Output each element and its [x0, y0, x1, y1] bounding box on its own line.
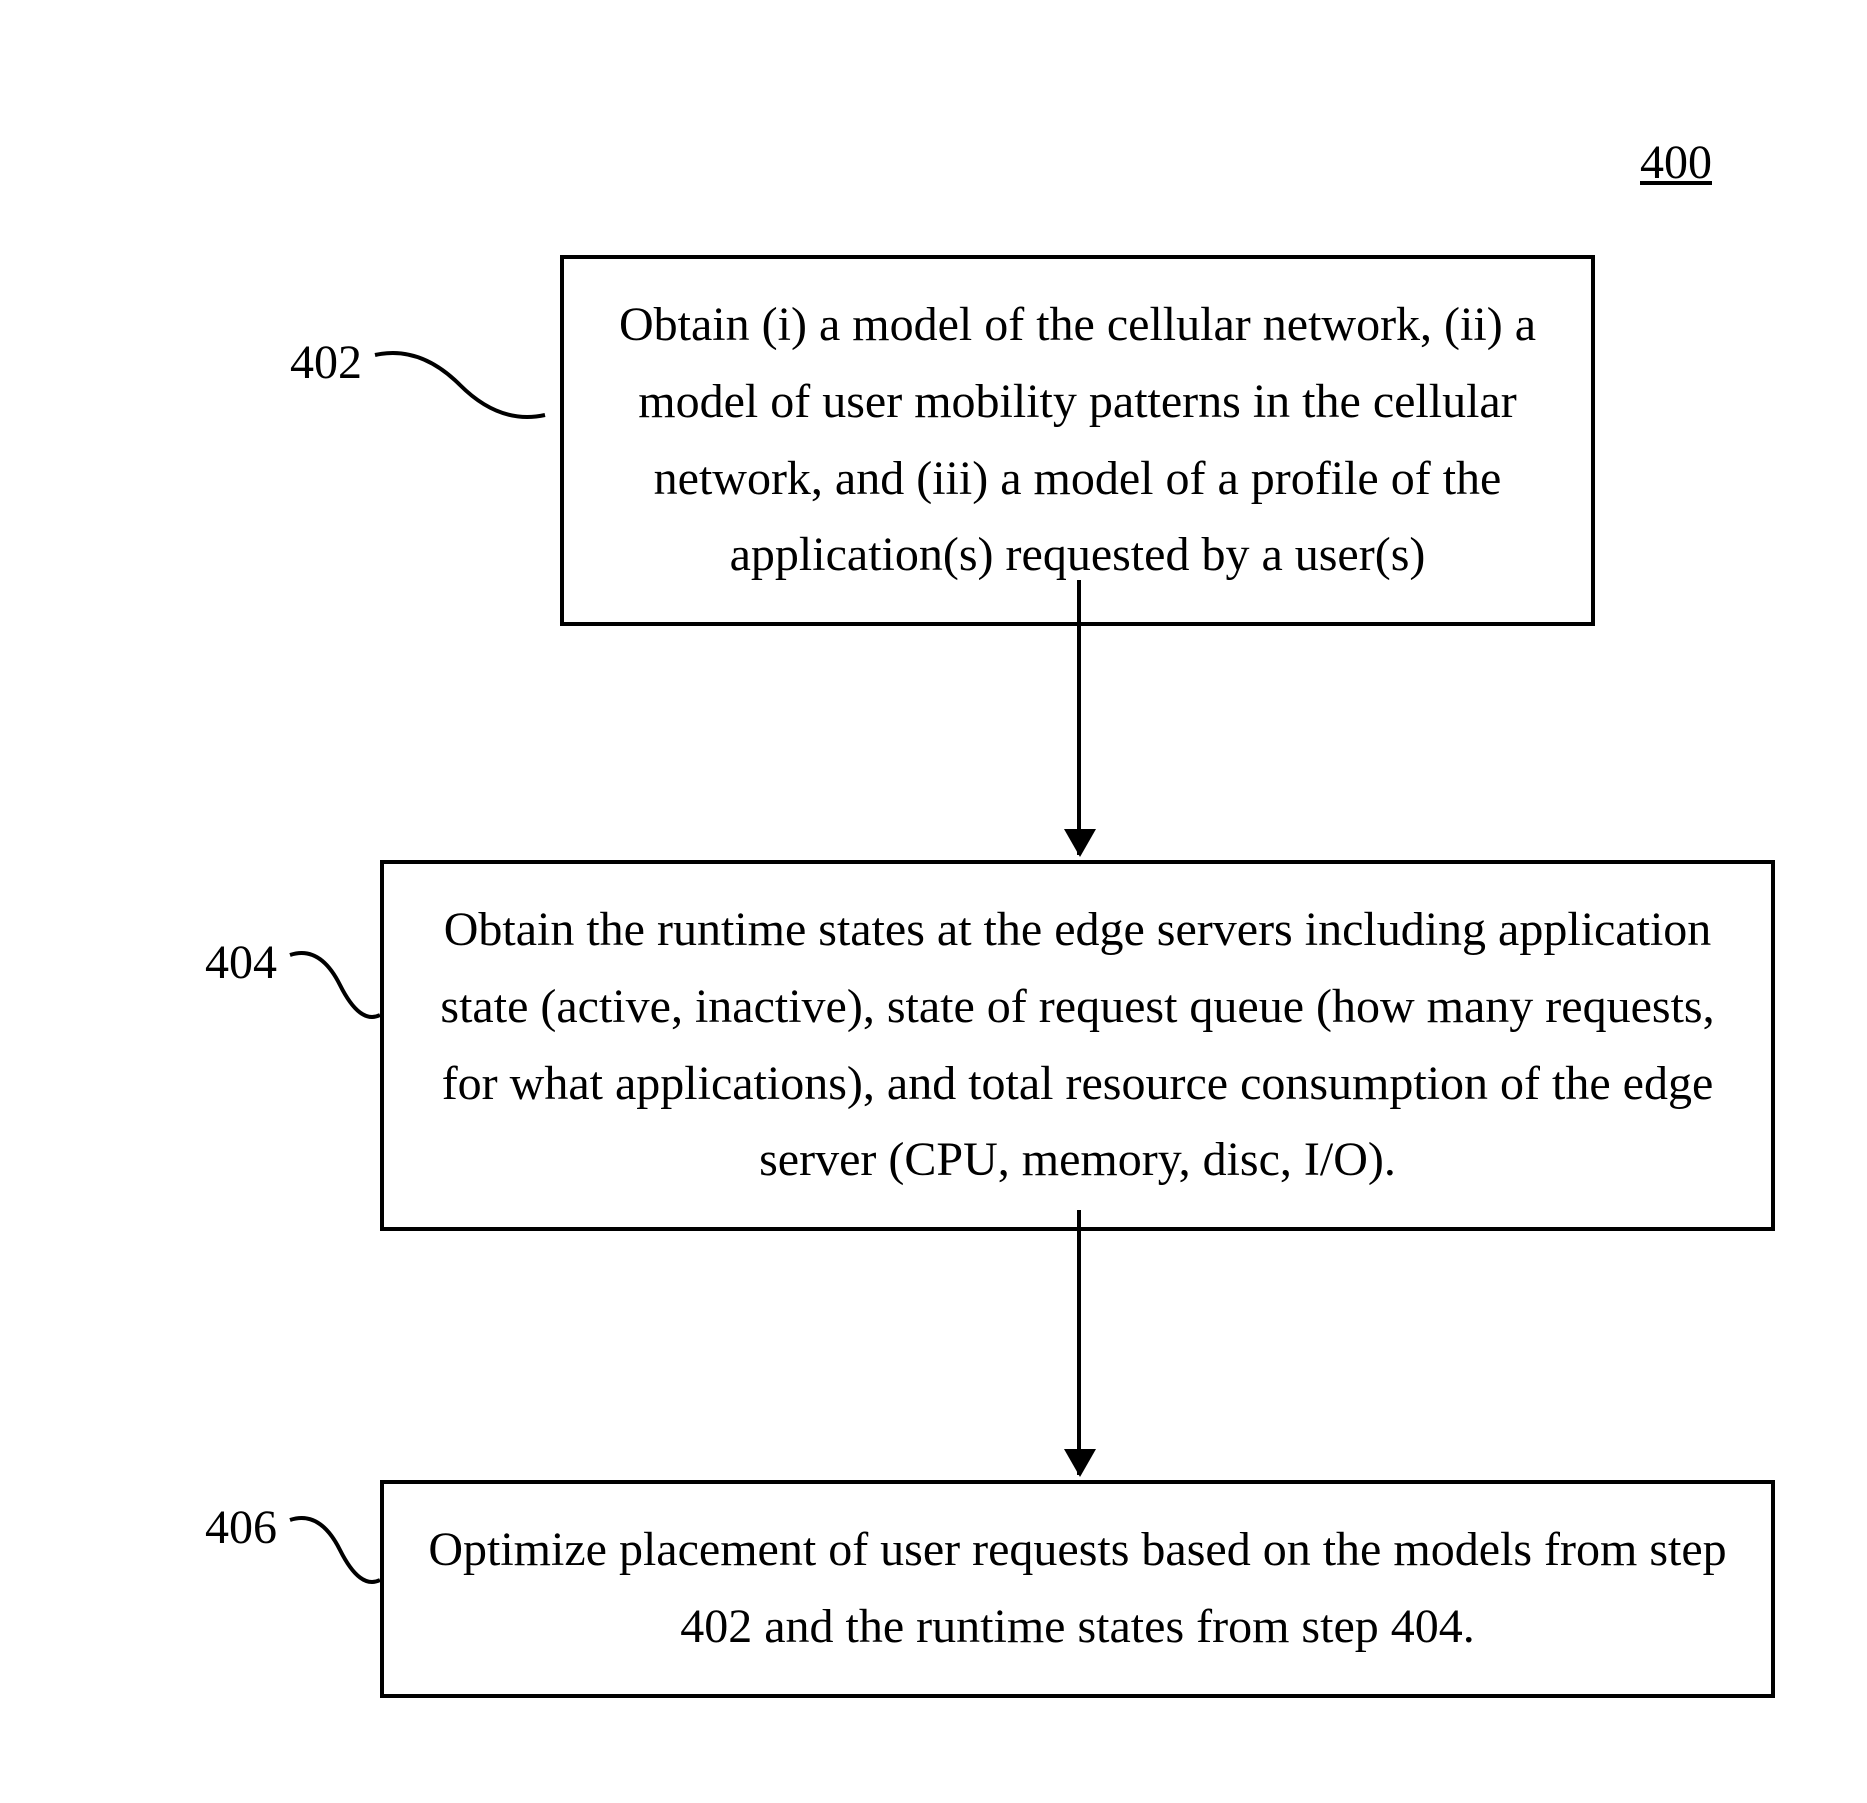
step-406-label-text: 406 [205, 1500, 277, 1555]
step-402-label-text: 402 [290, 335, 362, 390]
arrow-head-icon [1064, 829, 1096, 857]
step-404-label-text: 404 [205, 935, 277, 990]
arrow-402-to-404 [1079, 580, 1081, 855]
arrow-404-to-406 [1079, 1210, 1081, 1475]
step-404-box: Obtain the runtime states at the edge se… [380, 860, 1775, 1231]
step-406-box: Optimize placement of user requests base… [380, 1480, 1775, 1698]
step-404-label: 404 [205, 935, 282, 990]
arrow-line [1077, 1210, 1081, 1475]
arrow-head-icon [1064, 1449, 1096, 1477]
connector-curve-icon [285, 1500, 385, 1600]
connector-curve-icon [285, 935, 385, 1035]
step-404-text: Obtain the runtime states at the edge se… [440, 903, 1714, 1186]
step-406-text: Optimize placement of user requests base… [428, 1523, 1726, 1653]
connector-curve-icon [370, 335, 550, 435]
step-402-label: 402 [290, 335, 367, 390]
step-406-label: 406 [205, 1500, 282, 1555]
step-402-text: Obtain (i) a model of the cellular netwo… [619, 298, 1536, 581]
arrow-line [1077, 580, 1081, 855]
step-402-box: Obtain (i) a model of the cellular netwo… [560, 255, 1595, 626]
figure-number: 400 [1640, 135, 1712, 190]
